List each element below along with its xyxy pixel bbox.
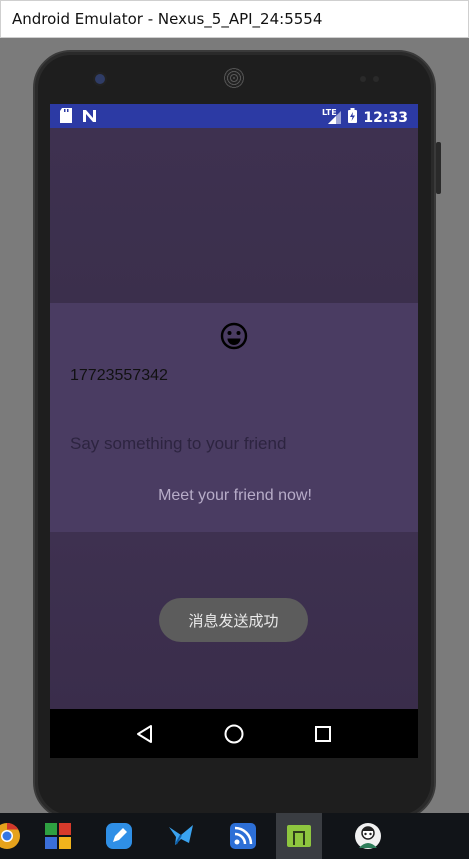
smiley-icon[interactable] bbox=[219, 321, 249, 351]
back-icon[interactable] bbox=[133, 722, 157, 746]
volume-button[interactable] bbox=[436, 142, 441, 194]
sd-card-icon bbox=[60, 108, 72, 127]
network-label: LTE bbox=[322, 108, 337, 117]
status-bar: LTE 12:33 bbox=[50, 104, 418, 128]
status-time: 12:33 bbox=[363, 109, 408, 126]
chrome-icon[interactable] bbox=[0, 813, 30, 859]
toast-message: 消息发送成功 bbox=[159, 598, 308, 642]
n-notification-icon bbox=[82, 108, 98, 127]
message-dialog: 17723557342 Meet your friend now! bbox=[50, 303, 418, 532]
recents-icon[interactable] bbox=[311, 722, 335, 746]
dimmed-background-top[interactable] bbox=[50, 128, 418, 303]
windows-store-icon[interactable] bbox=[35, 813, 81, 859]
message-input[interactable] bbox=[70, 431, 390, 457]
battery-icon bbox=[348, 108, 358, 127]
front-camera bbox=[95, 74, 105, 84]
phone-number: 17723557342 bbox=[70, 367, 168, 384]
android-icon[interactable] bbox=[276, 813, 322, 859]
meet-friend-button[interactable]: Meet your friend now! bbox=[140, 481, 330, 511]
proximity-sensor bbox=[360, 76, 366, 82]
feather-icon[interactable] bbox=[158, 813, 204, 859]
light-sensor bbox=[373, 76, 379, 82]
avatar-icon[interactable] bbox=[345, 813, 391, 859]
windows-taskbar bbox=[0, 813, 469, 859]
earpiece-speaker bbox=[224, 68, 244, 88]
window-title: Android Emulator - Nexus_5_API_24:5554 bbox=[12, 10, 323, 28]
home-icon[interactable] bbox=[222, 722, 246, 746]
lte-signal-icon: LTE bbox=[322, 107, 342, 128]
window-titlebar[interactable]: Android Emulator - Nexus_5_API_24:5554 bbox=[0, 0, 469, 38]
rss-icon[interactable] bbox=[220, 813, 266, 859]
emulator-window: Android Emulator - Nexus_5_API_24:5554 L… bbox=[0, 0, 469, 859]
device-screen[interactable]: LTE 12:33 17723557342 Meet your friend n… bbox=[50, 104, 418, 758]
pen-icon[interactable] bbox=[96, 813, 142, 859]
navigation-bar bbox=[50, 709, 418, 758]
